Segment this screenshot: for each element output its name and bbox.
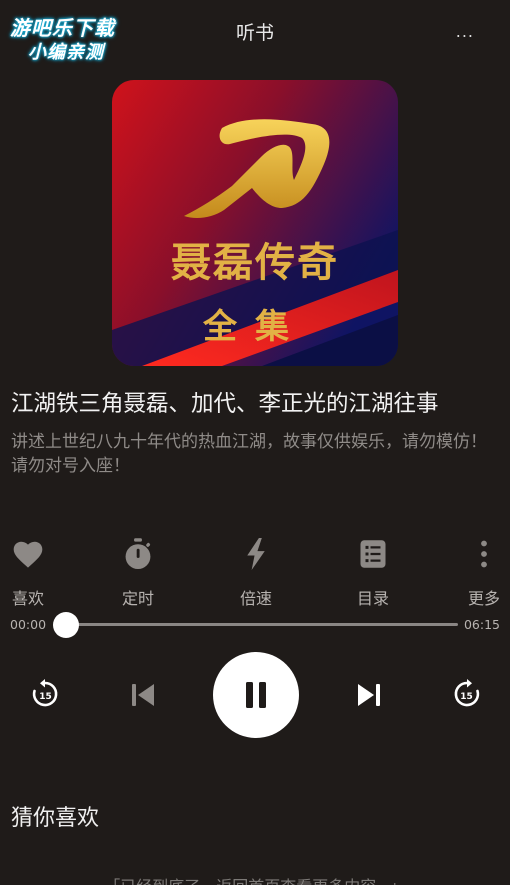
action-bar: 喜欢 定时 倍速 目录 更多	[0, 534, 510, 614]
end-of-list-note[interactable]: 「已经到底了，返回首页查看更多内容~」	[0, 873, 510, 885]
forward-icon: 15	[454, 679, 480, 707]
progress-thumb[interactable]	[53, 612, 79, 638]
svg-text:15: 15	[460, 692, 473, 702]
pause-icon	[246, 682, 266, 708]
player-controls: 15 15	[0, 652, 510, 740]
catalog-button[interactable]: 目录	[343, 534, 403, 609]
book-cover: 聂磊传奇 全集	[112, 80, 398, 366]
previous-button[interactable]	[128, 680, 158, 710]
skip-next-icon	[358, 684, 380, 706]
speed-label: 倍速	[239, 589, 272, 608]
book-description: 讲述上世纪八九十年代的热血江湖，故事仅供娱乐，请勿模仿！请勿对号入座！	[11, 432, 487, 476]
more-options-label: 更多	[467, 589, 500, 608]
svg-text:15: 15	[39, 692, 52, 702]
speed-button[interactable]: 倍速	[226, 534, 286, 609]
progress-track[interactable]	[66, 623, 458, 626]
list-icon	[343, 534, 403, 574]
timer-label: 定时	[121, 589, 154, 608]
more-options-button[interactable]: 更多	[454, 534, 510, 609]
skip-previous-icon	[132, 684, 154, 706]
heart-icon	[0, 534, 58, 574]
cover-subtitle-text: 全集	[202, 307, 307, 347]
vertical-dots-icon	[454, 534, 510, 574]
recommend-title: 猜你喜欢	[11, 806, 100, 831]
cover-title-text: 聂磊传奇	[171, 240, 339, 286]
lightning-icon	[226, 534, 286, 574]
rewind-15-button[interactable]: 15	[28, 677, 62, 711]
pause-button[interactable]	[213, 652, 299, 738]
current-time: 00:00	[10, 617, 47, 632]
like-button[interactable]: 喜欢	[0, 534, 58, 609]
timer-button[interactable]: 定时	[108, 534, 168, 609]
book-title: 江湖铁三角聂磊、加代、李正光的江湖往事	[11, 391, 439, 417]
more-menu-button[interactable]: ...	[456, 22, 474, 41]
next-button[interactable]	[354, 680, 384, 710]
total-time: 06:15	[463, 617, 500, 632]
cover-art-image: 聂磊传奇 全集	[112, 80, 398, 366]
timer-icon	[108, 534, 168, 574]
rewind-icon: 15	[32, 679, 58, 707]
like-label: 喜欢	[11, 589, 44, 608]
catalog-label: 目录	[356, 589, 389, 608]
forward-15-button[interactable]: 15	[450, 677, 484, 711]
progress-bar: 00:00 06:15	[0, 612, 510, 638]
page-title: 听书	[235, 22, 274, 44]
